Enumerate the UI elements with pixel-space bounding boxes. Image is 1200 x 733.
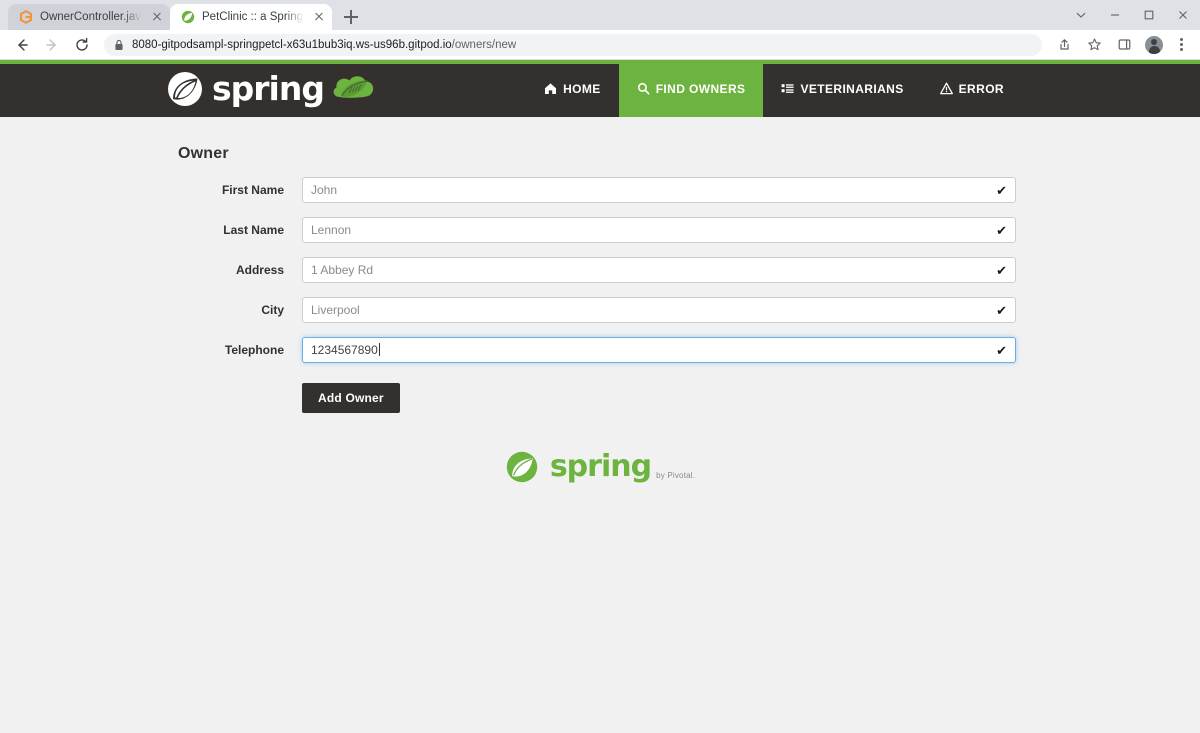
gitpod-icon bbox=[18, 10, 33, 25]
owner-form: First Name John ✔ Last Name Lennon ✔ Add… bbox=[178, 177, 1200, 413]
checkmark-icon: ✔ bbox=[996, 342, 1007, 358]
browser-titlebar: OwnerController.java - spring-pe PetClin… bbox=[0, 0, 1200, 30]
nav-item-veterinarians-label: VETERINARIANS bbox=[800, 81, 904, 96]
share-icon[interactable] bbox=[1050, 32, 1078, 58]
address-value: 1 Abbey Rd bbox=[311, 263, 374, 277]
city-field[interactable]: Liverpool ✔ bbox=[302, 297, 1016, 323]
forward-icon[interactable] bbox=[38, 32, 66, 58]
reload-icon[interactable] bbox=[68, 32, 96, 58]
close-icon[interactable] bbox=[312, 10, 326, 24]
last-name-value: Lennon bbox=[311, 223, 352, 237]
new-tab-button[interactable] bbox=[338, 4, 364, 30]
sidepanel-icon[interactable] bbox=[1110, 32, 1138, 58]
address-field[interactable]: 1 Abbey Rd ✔ bbox=[302, 257, 1016, 283]
site-footer: spring by Pivotal. bbox=[0, 449, 1200, 484]
nav-item-find-owners[interactable]: FIND OWNERS bbox=[618, 60, 764, 117]
page-viewport: spring HOME FIND OWNERS VETERINARIANS ER… bbox=[0, 60, 1200, 733]
form-row-city: City Liverpool ✔ bbox=[178, 297, 1200, 323]
text-caret bbox=[378, 343, 380, 356]
city-value: Liverpool bbox=[311, 303, 360, 317]
footer-wordmark: spring bbox=[549, 449, 652, 484]
back-icon[interactable] bbox=[8, 32, 36, 58]
first-name-label: First Name bbox=[221, 183, 284, 197]
url-path: /owners/new bbox=[451, 38, 517, 51]
address-label: Address bbox=[235, 263, 284, 277]
close-icon[interactable] bbox=[1166, 0, 1200, 30]
spring-leaf-icon bbox=[166, 70, 204, 108]
browser-window: OwnerController.java - spring-pe PetClin… bbox=[0, 0, 1200, 733]
checkmark-icon: ✔ bbox=[996, 262, 1007, 278]
site-brand[interactable]: spring bbox=[166, 60, 376, 117]
form-row-first-name: First Name John ✔ bbox=[178, 177, 1200, 203]
window-controls bbox=[1064, 0, 1200, 30]
chevron-down-icon[interactable] bbox=[1064, 0, 1098, 30]
form-row-last-name: Last Name Lennon ✔ bbox=[178, 217, 1200, 243]
kebab-menu-icon[interactable] bbox=[1170, 32, 1192, 58]
checkmark-icon: ✔ bbox=[996, 222, 1007, 238]
nav-item-error-label: ERROR bbox=[958, 81, 1004, 96]
telephone-value: 1234567890 bbox=[311, 343, 378, 357]
spring-leaf-cloud-icon bbox=[330, 71, 376, 107]
city-label: City bbox=[261, 303, 284, 317]
nav-item-home-label: HOME bbox=[563, 81, 601, 96]
site-navbar: spring HOME FIND OWNERS VETERINARIANS ER… bbox=[0, 60, 1200, 117]
minimize-icon[interactable] bbox=[1098, 0, 1132, 30]
lock-icon bbox=[114, 39, 124, 51]
first-name-field[interactable]: John ✔ bbox=[302, 177, 1016, 203]
brand-wordmark: spring bbox=[212, 69, 325, 108]
address-bar[interactable]: 8080-gitpodsampl-springpetcl-x63u1bub3iq… bbox=[104, 33, 1042, 56]
maximize-icon[interactable] bbox=[1132, 0, 1166, 30]
page-title: Owner bbox=[178, 145, 229, 162]
nav-item-home[interactable]: HOME bbox=[526, 60, 619, 117]
checkmark-icon: ✔ bbox=[996, 182, 1007, 198]
bookmark-star-icon[interactable] bbox=[1080, 32, 1108, 58]
form-row-telephone: Telephone 1234567890 ✔ bbox=[178, 337, 1200, 363]
browser-tab-2-title: PetClinic :: a Spring Framework d bbox=[202, 11, 305, 23]
main-content: Owner First Name John ✔ Last Name Lennon… bbox=[0, 117, 1200, 484]
telephone-field[interactable]: 1234567890 ✔ bbox=[302, 337, 1016, 363]
add-owner-button[interactable]: Add Owner bbox=[302, 383, 400, 413]
nav-item-error[interactable]: ERROR bbox=[922, 60, 1022, 117]
last-name-field[interactable]: Lennon ✔ bbox=[302, 217, 1016, 243]
browser-tab-1[interactable]: OwnerController.java - spring-pe bbox=[8, 4, 170, 30]
address-bar-url: 8080-gitpodsampl-springpetcl-x63u1bub3iq… bbox=[132, 39, 516, 51]
close-icon[interactable] bbox=[150, 10, 164, 24]
first-name-value: John bbox=[311, 183, 338, 197]
browser-tab-1-title: OwnerController.java - spring-pe bbox=[40, 11, 143, 23]
telephone-label: Telephone bbox=[224, 343, 284, 357]
url-host: 8080-gitpodsampl-springpetcl-x63u1bub3iq… bbox=[132, 38, 452, 51]
nav-item-veterinarians[interactable]: VETERINARIANS bbox=[763, 60, 921, 117]
warning-triangle-icon bbox=[939, 82, 953, 95]
spring-leaf-icon bbox=[180, 10, 195, 25]
checkmark-icon: ✔ bbox=[996, 302, 1007, 318]
search-icon bbox=[637, 82, 650, 95]
nav-item-find-owners-label: FIND OWNERS bbox=[655, 81, 746, 96]
list-icon bbox=[781, 82, 795, 95]
site-nav-menu: HOME FIND OWNERS VETERINARIANS ERROR bbox=[526, 60, 1200, 117]
avatar[interactable] bbox=[1140, 32, 1168, 58]
spring-leaf-icon bbox=[505, 450, 539, 484]
form-row-address: Address 1 Abbey Rd ✔ bbox=[178, 257, 1200, 283]
last-name-label: Last Name bbox=[223, 223, 284, 237]
telephone-value-wrap: 1234567890 bbox=[311, 343, 996, 357]
browser-toolbar: 8080-gitpodsampl-springpetcl-x63u1bub3iq… bbox=[0, 30, 1200, 60]
form-actions: Add Owner bbox=[178, 383, 1200, 413]
browser-tab-2[interactable]: PetClinic :: a Spring Framework d bbox=[170, 4, 332, 30]
home-icon bbox=[544, 82, 557, 95]
footer-byline: by Pivotal. bbox=[656, 471, 696, 480]
